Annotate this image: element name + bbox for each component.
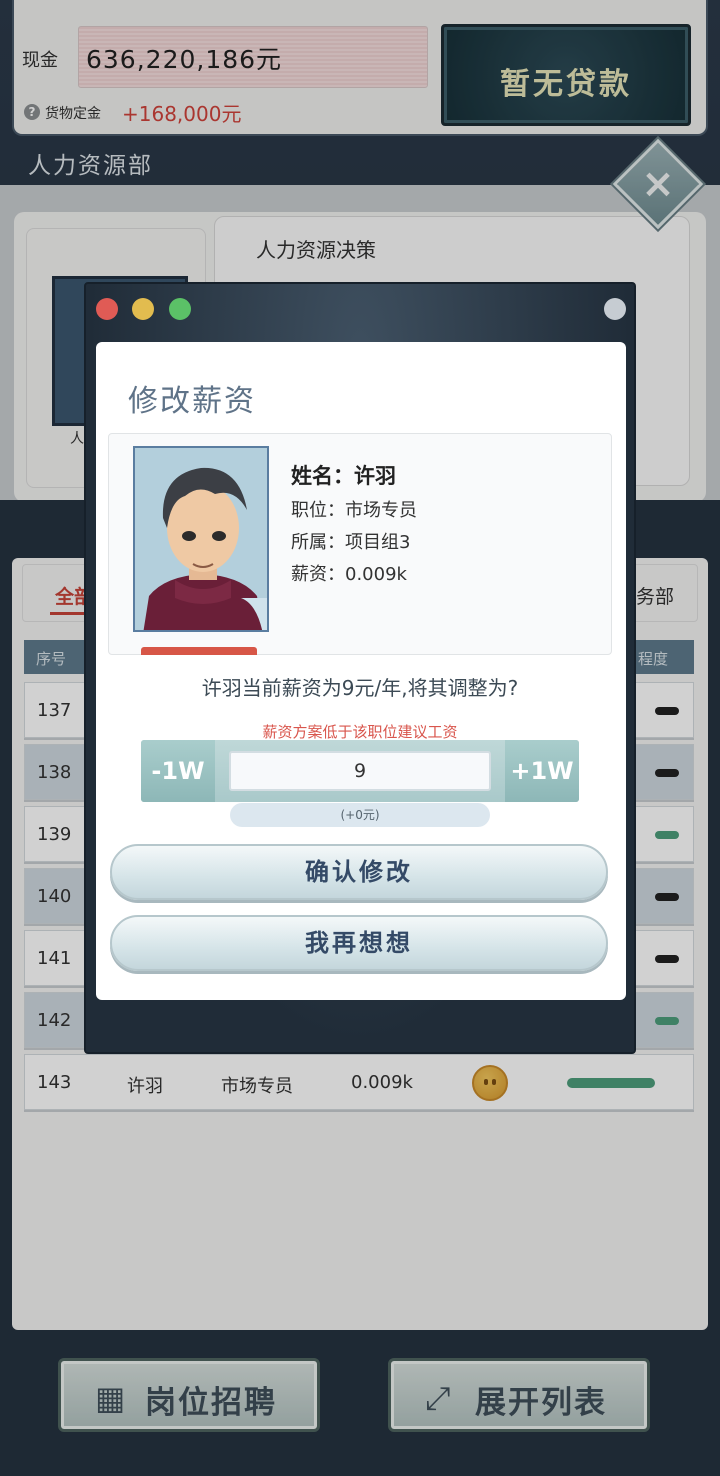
- salary-question: 许羽当前薪资为9元/年,将其调整为?: [201, 676, 519, 700]
- increase-salary-button[interactable]: +1W: [505, 740, 579, 802]
- salary-delta: (+0元): [230, 803, 490, 827]
- profile-position: 职位：市场专员: [291, 500, 417, 521]
- decrease-salary-button[interactable]: -1W: [141, 740, 215, 802]
- window-menu-dot: [604, 298, 626, 320]
- modal-title: 修改薪资: [128, 384, 256, 419]
- window-maximize-dot: [169, 298, 191, 320]
- window-minimize-dot: [132, 298, 154, 320]
- profile-group: 所属：项目组3: [291, 532, 411, 553]
- profile-name: 姓名：许羽: [291, 464, 396, 488]
- avatar: [135, 448, 267, 630]
- window-close-dot[interactable]: [96, 298, 118, 320]
- confirm-button[interactable]: 确认修改: [110, 844, 608, 900]
- profile-salary: 薪资：0.009k: [291, 564, 407, 585]
- salary-input[interactable]: [229, 751, 491, 791]
- portrait-status-bar: [141, 647, 257, 655]
- cancel-button[interactable]: 我再想想: [110, 915, 608, 971]
- employee-portrait: [133, 446, 269, 632]
- salary-warning: 薪资方案低于该职位建议工资: [262, 723, 458, 741]
